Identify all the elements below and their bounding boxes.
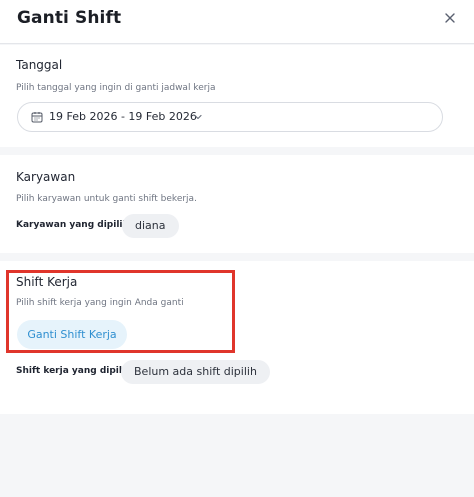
change-shift-modal: Ganti Shift Tanggal Pilih tanggal yang i… xyxy=(0,0,474,497)
calendar-icon xyxy=(31,112,43,123)
date-section-title: Tanggal xyxy=(16,58,63,72)
employee-section: Karyawan Pilih karyawan untuk ganti shif… xyxy=(0,155,474,253)
selected-shift-chip: Belum ada shift dipilih xyxy=(121,360,270,384)
date-section: Tanggal Pilih tanggal yang ingin di gant… xyxy=(0,45,474,147)
change-shift-button[interactable]: Ganti Shift Kerja xyxy=(17,320,127,349)
modal-header: Ganti Shift xyxy=(0,0,474,44)
date-section-subtitle: Pilih tanggal yang ingin di ganti jadwal… xyxy=(16,83,216,93)
chevron-down-icon xyxy=(194,114,202,120)
employee-section-subtitle: Pilih karyawan untuk ganti shift bekerja… xyxy=(16,194,197,204)
close-icon[interactable] xyxy=(441,9,459,27)
shift-section-title: Shift Kerja xyxy=(16,275,78,289)
selected-employee-label: Karyawan yang dipilih: xyxy=(16,220,133,230)
date-range-picker[interactable]: 19 Feb 2026 - 19 Feb 2026 xyxy=(17,102,443,132)
shift-section-subtitle: Pilih shift kerja yang ingin Anda ganti xyxy=(16,298,184,308)
selected-shift-label: Shift kerja yang dipilih: xyxy=(16,366,136,376)
selected-employee-chip: diana xyxy=(122,214,179,238)
date-range-value: 19 Feb 2026 - 19 Feb 2026 xyxy=(49,110,197,123)
modal-title: Ganti Shift xyxy=(17,8,122,28)
employee-section-title: Karyawan xyxy=(16,170,76,184)
